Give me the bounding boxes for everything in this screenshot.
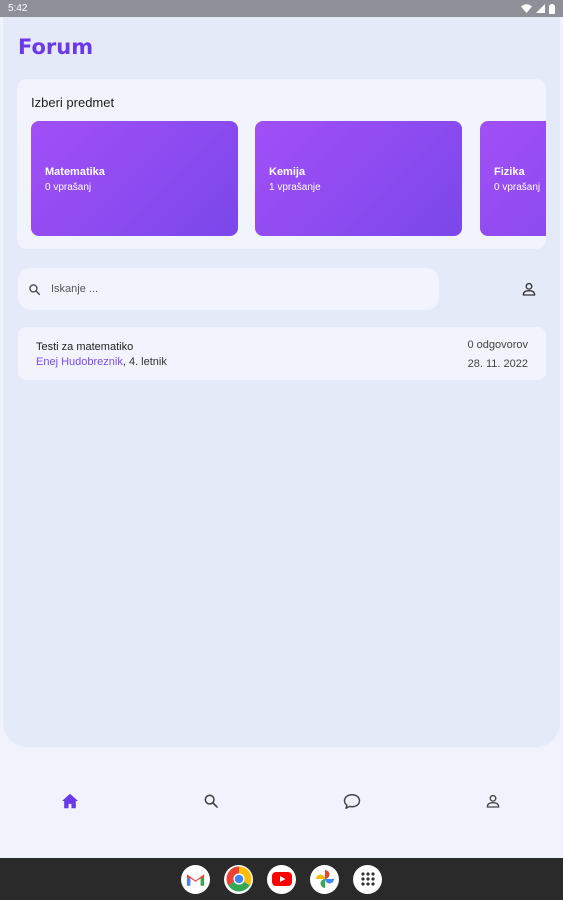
status-bar: 5:42	[0, 0, 563, 17]
profile-filter-button[interactable]	[518, 278, 540, 300]
search-bar	[18, 268, 439, 310]
chrome-icon	[226, 866, 251, 892]
nav-search[interactable]	[200, 790, 222, 812]
status-icons	[521, 3, 555, 14]
subject-heading: Izberi predmet	[31, 95, 115, 110]
page-title: Forum	[18, 35, 94, 59]
post-meta: Enej Hudobreznik, 4. letnik	[36, 356, 167, 368]
bottom-nav	[0, 770, 563, 832]
subject-question-count: 0 vprašanj	[45, 182, 92, 193]
subject-name: Matematika	[45, 166, 105, 178]
youtube-app[interactable]	[267, 864, 296, 894]
app-drawer-icon	[360, 872, 375, 886]
app-drawer-button[interactable]	[353, 864, 382, 894]
gmail-icon	[186, 873, 205, 886]
gmail-app[interactable]	[181, 864, 210, 894]
status-time: 5:42	[8, 3, 28, 14]
search-input[interactable]	[51, 283, 411, 295]
subject-question-count: 0 vprašanj	[494, 182, 541, 193]
nav-forum[interactable]	[341, 790, 363, 812]
subject-tile-kemija[interactable]: Kemija 1 vprašanje	[255, 121, 462, 236]
post-title: Testi za matematiko	[36, 341, 134, 353]
signal-icon	[536, 4, 545, 13]
taskbar	[0, 858, 563, 900]
search-icon	[29, 283, 41, 295]
subject-name: Kemija	[269, 166, 306, 178]
chat-icon	[343, 793, 361, 809]
post-author-year: , 4. letnik	[122, 356, 167, 368]
subject-tile-matematika[interactable]: Matematika 0 vprašanj	[31, 121, 238, 236]
subject-tile-fizika[interactable]: Fizika 0 vprašanj	[480, 121, 546, 236]
person-icon	[486, 794, 500, 808]
nav-profile[interactable]	[482, 790, 504, 812]
search-icon	[204, 794, 218, 808]
wifi-icon	[521, 4, 532, 13]
nav-home[interactable]	[59, 790, 81, 812]
post-item[interactable]: Testi za matematiko Enej Hudobreznik, 4.…	[18, 327, 546, 380]
subject-name: Fizika	[494, 166, 525, 178]
post-answer-count: 0 odgovorov	[467, 339, 528, 351]
subject-question-count: 1 vprašanje	[269, 182, 321, 193]
chrome-app[interactable]	[224, 864, 253, 894]
post-date: 28. 11. 2022	[467, 358, 528, 370]
person-icon	[522, 282, 536, 296]
main-panel: Forum Izberi predmet Matematika 0 vpraša…	[3, 17, 560, 747]
subject-picker: Izberi predmet Matematika 0 vprašanj Kem…	[17, 79, 546, 249]
home-icon	[62, 793, 78, 809]
photos-icon	[315, 870, 334, 888]
photos-app[interactable]	[310, 864, 339, 894]
post-author-link[interactable]: Enej Hudobreznik	[36, 356, 123, 368]
battery-icon	[549, 3, 555, 14]
youtube-icon	[271, 872, 292, 886]
